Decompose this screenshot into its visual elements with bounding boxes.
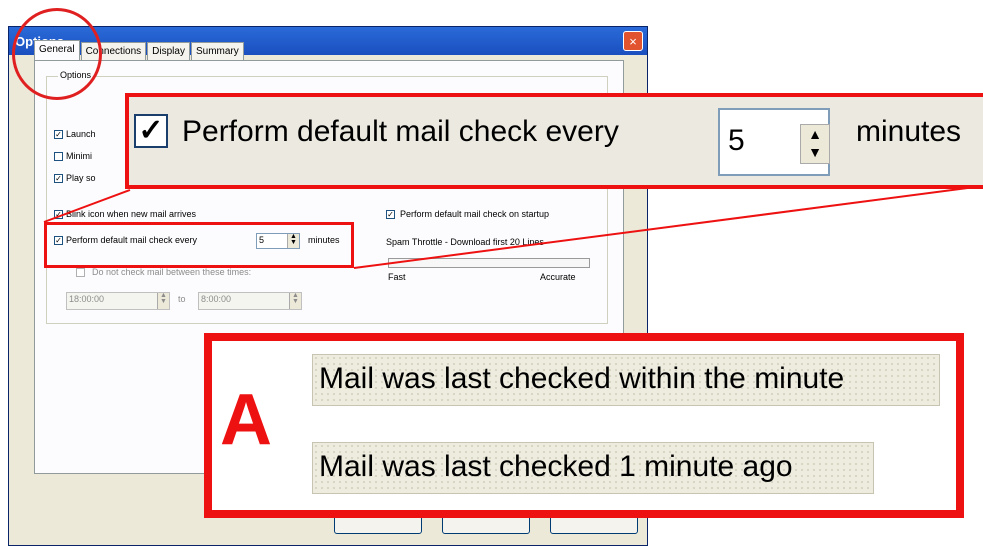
zoom-interval-spinner: 5 ▲ ▼ xyxy=(718,108,830,176)
zoom-perform-label: Perform default mail check every xyxy=(182,115,619,148)
highlight-box xyxy=(44,222,354,268)
spinner-arrows-icon: ▲ ▼ xyxy=(800,124,830,164)
callout-letter: A xyxy=(220,380,272,460)
zoom-checkbox-checked-icon: ✓ xyxy=(134,114,168,148)
status-bar-1-minute: Mail was last checked 1 minute ago xyxy=(312,442,874,494)
title-highlight-circle xyxy=(12,8,102,100)
zoom-minutes-label: minutes xyxy=(856,115,962,148)
zoom-interval-value: 5 xyxy=(728,124,745,157)
status-bar-recent: Mail was last checked within the minute xyxy=(312,354,940,406)
